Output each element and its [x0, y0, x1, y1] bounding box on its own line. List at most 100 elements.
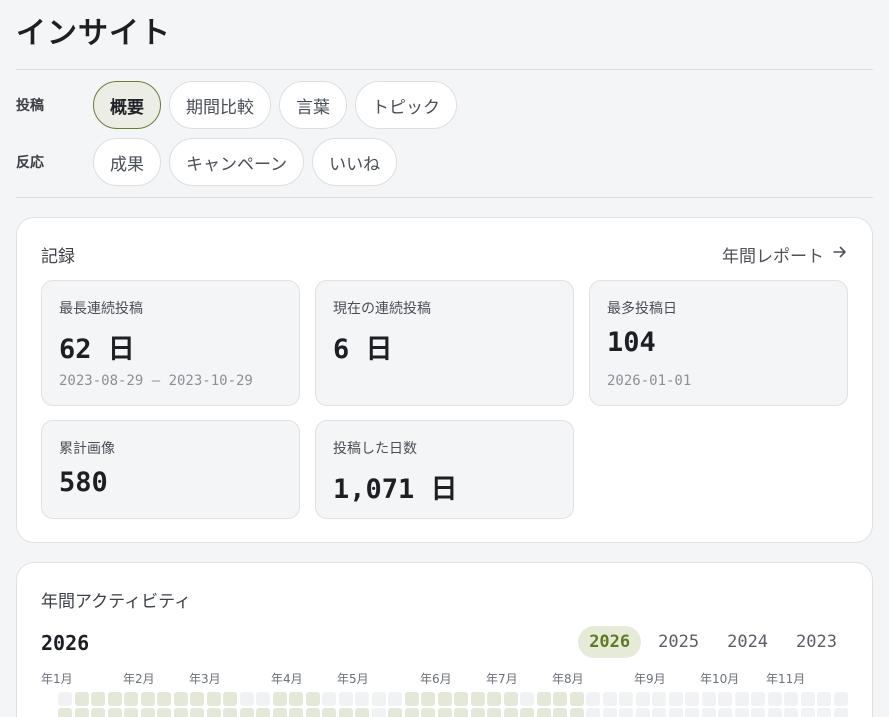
- heatmap-cell: [91, 708, 105, 717]
- heatmap-cell: [734, 708, 749, 717]
- heatmap-cell: [503, 708, 518, 717]
- annual-report-label: 年間レポート: [722, 247, 824, 267]
- filter-row-reactions: 反応 成果 キャンペーン いいね: [16, 138, 405, 186]
- stat-sub: 2026-01-01: [607, 373, 692, 389]
- heatmap-cell: [388, 692, 402, 706]
- stat-label: 現在の連続投稿: [333, 301, 431, 317]
- heatmap-cell: [833, 708, 848, 717]
- heatmap-cell: [817, 708, 831, 717]
- heatmap-cell: [421, 692, 435, 706]
- stat-value: 1,071 日: [333, 474, 458, 505]
- heatmap-cell: [371, 692, 386, 706]
- heatmap-cell: [437, 692, 452, 706]
- year-tab-2024[interactable]: 2024: [716, 626, 779, 658]
- heatmap-cell: [668, 708, 683, 717]
- heatmap-cell: [289, 708, 303, 717]
- heatmap-cell: [223, 692, 237, 706]
- heatmap-cell: [454, 692, 468, 706]
- chip-overview[interactable]: 概要: [93, 81, 161, 129]
- heatmap-cell: [421, 708, 435, 717]
- heatmap-cell: [107, 692, 122, 706]
- heatmap-cell: [800, 692, 815, 706]
- chip-topics[interactable]: トピック: [355, 81, 457, 129]
- heatmap-cell: [404, 708, 419, 717]
- heatmap-cell: [652, 692, 666, 706]
- arrow-right-icon: [832, 244, 848, 265]
- chip-words[interactable]: 言葉: [279, 81, 347, 129]
- month-label: 年3月: [189, 672, 221, 686]
- heatmap-cell: [470, 708, 485, 717]
- heatmap-cell: [536, 692, 551, 706]
- year-tab-2026[interactable]: 2026: [578, 626, 642, 658]
- month-label: 年8月: [552, 672, 584, 686]
- stat-value: 6 日: [333, 334, 393, 365]
- month-label: 年6月: [420, 672, 452, 686]
- heatmap-cell: [586, 708, 600, 717]
- heatmap-cell: [58, 692, 72, 706]
- stat-total-images: 累計画像 580: [41, 420, 300, 519]
- heatmap-cell: [91, 692, 105, 706]
- heatmap-cell: [602, 692, 617, 706]
- heatmap-cell: [569, 708, 584, 717]
- filter-row-label: 投稿: [16, 98, 44, 114]
- chip-period-compare[interactable]: 期間比較: [169, 81, 271, 129]
- heatmap-cell: [124, 708, 138, 717]
- heatmap-cell: [569, 692, 584, 706]
- annual-report-link[interactable]: 年間レポート: [722, 242, 848, 267]
- heatmap-cell: [289, 692, 303, 706]
- chip-likes[interactable]: いいね: [312, 138, 398, 186]
- stat-label: 投稿した日数: [333, 441, 417, 457]
- heatmap-cell: [206, 692, 221, 706]
- heatmap-cell: [371, 708, 386, 717]
- heatmap-cell: [74, 708, 89, 717]
- chip-campaign[interactable]: キャンペーン: [169, 138, 305, 186]
- heatmap-cell: [256, 692, 270, 706]
- stat-label: 最多投稿日: [607, 301, 677, 317]
- activity-title: 年間アクティビティ: [41, 592, 192, 612]
- year-tab-2025[interactable]: 2025: [647, 626, 710, 658]
- month-label: 年11月: [766, 672, 806, 686]
- heatmap-cell: [173, 708, 188, 717]
- stat-value: 104: [607, 327, 656, 358]
- heatmap-cell: [140, 708, 155, 717]
- heatmap-cell: [355, 708, 369, 717]
- heatmap-cell: [635, 708, 650, 717]
- heatmap-cell: [107, 708, 122, 717]
- month-label: 年5月: [337, 672, 369, 686]
- heatmap-cell: [767, 708, 782, 717]
- heatmap-cell: [355, 692, 369, 706]
- activity-card: 年間アクティビティ 2026 2026 2025 2024 2023 年1月 年…: [16, 562, 873, 717]
- heatmap-cell: [190, 708, 204, 717]
- heatmap-cell: [767, 692, 782, 706]
- heatmap-cell: [140, 692, 155, 706]
- heatmap-cell: [124, 692, 138, 706]
- heatmap-cell: [718, 708, 732, 717]
- heatmap-cell: [800, 708, 815, 717]
- heatmap-cell: [58, 708, 72, 717]
- stat-busiest-day: 最多投稿日 104 2026-01-01: [589, 280, 848, 406]
- chip-results[interactable]: 成果: [93, 138, 161, 186]
- year-tab-2023[interactable]: 2023: [785, 626, 848, 658]
- filter-row-posts: 投稿 概要 期間比較 言葉 トピック: [16, 81, 465, 129]
- heatmap-cell: [619, 692, 633, 706]
- heatmap-cell: [635, 692, 650, 706]
- heatmap-cell: [751, 692, 765, 706]
- heatmap-cell: [223, 708, 237, 717]
- heatmap-cell: [487, 708, 501, 717]
- records-card: 記録 年間レポート 最長連続投稿 62 日 2023-08-29 – 2023-…: [16, 217, 873, 543]
- selected-year: 2026: [41, 631, 90, 655]
- month-label: 年1月: [41, 672, 73, 686]
- heatmap-cell: [338, 708, 353, 717]
- heatmap-cell: [817, 692, 831, 706]
- heatmap-cell: [586, 692, 600, 706]
- heatmap-cell: [74, 692, 89, 706]
- month-label: 年7月: [486, 672, 518, 686]
- heatmap-cell: [157, 692, 171, 706]
- heatmap-cell: [487, 692, 501, 706]
- heatmap-cell: [190, 692, 204, 706]
- heatmap-cell: [784, 708, 798, 717]
- heatmap-cell: [520, 692, 534, 706]
- heatmap-cell: [256, 708, 270, 717]
- heatmap-cell: [437, 708, 452, 717]
- heatmap-cell: [338, 692, 353, 706]
